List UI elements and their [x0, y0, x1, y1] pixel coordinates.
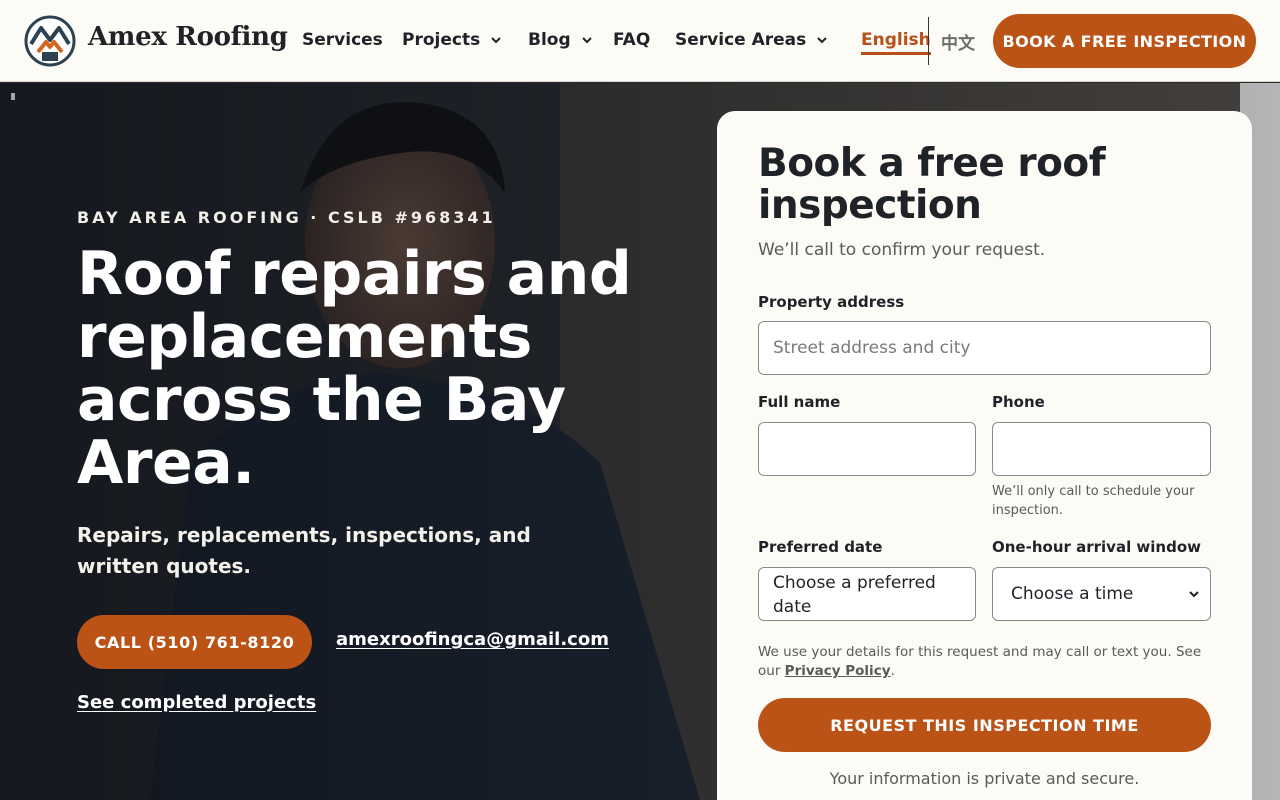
inspection-form-card: Book a free roof inspection We’ll call t…	[717, 111, 1252, 800]
consent-text: We use your details for this request and…	[758, 643, 1218, 681]
language-english[interactable]: English	[861, 30, 931, 55]
nav-service-areas-label: Service Areas	[675, 30, 807, 50]
arrival-window-select[interactable]: Choose a time	[992, 567, 1211, 621]
full-name-input[interactable]	[758, 422, 976, 476]
hero-section: BAY AREA ROOFING · CSLB #968341 Roof rep…	[0, 83, 1280, 800]
address-label: Property address	[758, 293, 905, 311]
arrival-window-value: Choose a time	[1011, 584, 1134, 604]
address-input[interactable]	[758, 321, 1211, 375]
chevron-down-icon	[817, 37, 827, 44]
chevron-down-icon	[1189, 591, 1199, 598]
nav-faq-label: FAQ	[613, 30, 651, 50]
language-chinese[interactable]: 中文	[941, 29, 975, 54]
phone-helper-text: We’ll only call to schedule your inspect…	[992, 484, 1195, 518]
chevron-down-icon	[581, 37, 592, 44]
consent-end: .	[890, 663, 895, 679]
hero-eyebrow: BAY AREA ROOFING · CSLB #968341	[77, 208, 496, 227]
hero-title: Roof repairs and replacements across the…	[77, 239, 632, 498]
request-inspection-button[interactable]: REQUEST THIS INSPECTION TIME	[758, 698, 1211, 752]
brand-name[interactable]: Amex Roofing	[88, 22, 288, 52]
hero-subtitle: Repairs, replacements, inspections, and …	[77, 523, 531, 578]
nav-blog-label: Blog	[528, 30, 571, 50]
nav-services[interactable]: Services	[302, 30, 383, 50]
nav-faq[interactable]: FAQ	[613, 30, 650, 50]
full-name-label: Full name	[758, 393, 841, 411]
form-subtitle: We’ll call to confirm your request.	[758, 240, 1046, 260]
nav-services-label: Services	[302, 30, 383, 50]
book-inspection-button[interactable]: BOOK A FREE INSPECTION	[993, 14, 1256, 68]
site-header: Amex Roofing Services Projects Blog FAQ …	[0, 0, 1280, 82]
phone-label: Phone	[992, 393, 1045, 411]
form-title: Book a free roof inspection	[758, 141, 1106, 228]
language-divider	[928, 17, 929, 65]
completed-projects-link[interactable]: See completed projects	[77, 692, 316, 713]
preferred-date-input[interactable]: Choose a preferred date	[758, 567, 976, 621]
chevron-down-icon	[491, 37, 501, 44]
privacy-policy-link[interactable]: Privacy Policy	[785, 663, 891, 679]
nav-service-areas[interactable]: Service Areas	[675, 30, 828, 50]
secure-note: Your information is private and secure.	[829, 769, 1140, 788]
nav-projects[interactable]: Projects	[402, 30, 502, 50]
phone-input[interactable]	[992, 422, 1211, 476]
nav-projects-label: Projects	[402, 30, 481, 50]
preferred-date-label: Preferred date	[758, 538, 883, 556]
nav-blog[interactable]: Blog	[528, 30, 593, 50]
call-button[interactable]: CALL (510) 761-8120	[77, 615, 312, 669]
hero-marker	[11, 93, 15, 100]
logo-icon[interactable]	[24, 14, 76, 68]
email-link[interactable]: amexroofingca@gmail.com	[336, 629, 609, 650]
arrival-window-label: One-hour arrival window	[992, 538, 1202, 556]
